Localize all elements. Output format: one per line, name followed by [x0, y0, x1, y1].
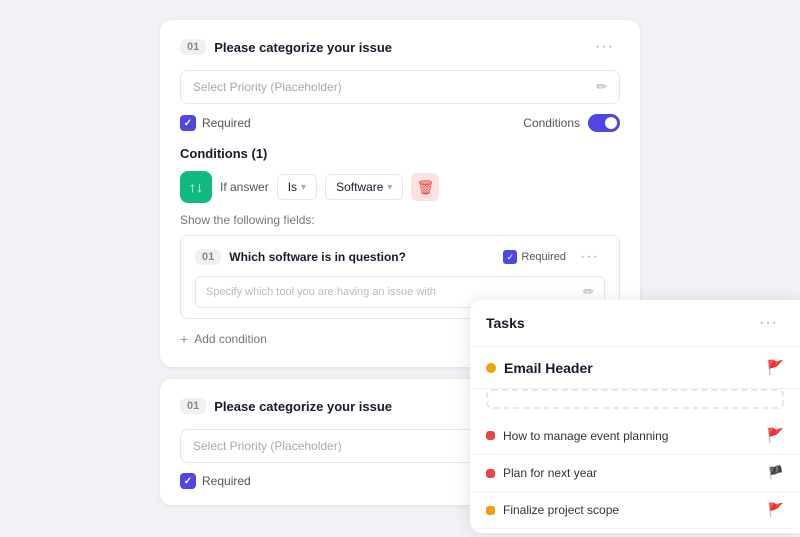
if-answer-text: If answer [220, 180, 269, 194]
card2-required-left: Required [180, 473, 251, 489]
task-flag-3: 🚩 [768, 502, 784, 518]
conditions-label: Conditions [523, 116, 580, 130]
sub-required: Required [503, 250, 566, 264]
conditions-toggle[interactable] [588, 114, 620, 132]
card-title: Please categorize your issue [214, 40, 392, 55]
required-row: Required Conditions [180, 114, 620, 132]
operator-value: Is [288, 180, 297, 194]
sub-required-checkbox[interactable] [503, 250, 517, 264]
task-text: How to manage event planning [503, 429, 668, 443]
operator-select[interactable]: Is ▾ [277, 174, 317, 200]
sub-placeholder: Specify which tool you are having an iss… [206, 286, 436, 298]
sub-card-header: 01 Which software is in question? Requir… [195, 246, 605, 268]
task-dot-red-2 [486, 469, 495, 478]
sub-edit-icon: ✏ [583, 284, 594, 300]
sub-step-badge: 01 [195, 249, 221, 265]
value-text: Software [336, 180, 383, 194]
edit-icon: ✏ [596, 79, 607, 95]
task-text-2: Plan for next year [503, 466, 597, 480]
task-item[interactable]: How to manage event planning 🚩 [470, 417, 800, 455]
task-flag-2: 🏴 [768, 465, 784, 481]
card2-step-badge: 01 [180, 398, 206, 414]
conditions-title: Conditions (1) [180, 146, 620, 161]
dashed-separator [486, 389, 784, 409]
required-checkbox[interactable] [180, 115, 196, 131]
value-select[interactable]: Software ▾ [325, 174, 403, 200]
task-flag-1: 🚩 [767, 427, 784, 444]
show-fields-text: Show the following fields: [180, 213, 620, 227]
task-text-3: Finalize project scope [503, 503, 619, 517]
email-header-dot [486, 363, 496, 373]
email-header-row[interactable]: Email Header 🚩 [470, 347, 800, 389]
email-header-left: Email Header [486, 360, 593, 376]
priority-select[interactable]: Select Priority (Placeholder) ✏ [180, 70, 620, 104]
card-options-button[interactable]: ··· [589, 36, 620, 58]
add-condition-label: Add condition [194, 332, 267, 346]
card2-title: Please categorize your issue [214, 399, 392, 414]
card2-title-row: 01 Please categorize your issue [180, 398, 392, 414]
card-title-row: 01 Please categorize your issue [180, 39, 392, 55]
right-panel: Tasks ··· Email Header 🚩 How to manage e… [470, 300, 800, 533]
task-item-left-3: Finalize project scope [486, 503, 619, 517]
email-header-title: Email Header [504, 360, 593, 376]
task-item-3[interactable]: Finalize project scope 🚩 [470, 492, 800, 529]
required-left: Required [180, 115, 251, 131]
conditions-right: Conditions [523, 114, 620, 132]
add-icon: + [180, 331, 188, 347]
delete-condition-button[interactable]: 🗑 [411, 173, 439, 201]
sub-card-options-button[interactable]: ··· [574, 246, 605, 268]
panel-header: Tasks ··· [470, 300, 800, 347]
task-dot-yellow [486, 506, 495, 515]
delete-icon: 🗑 [417, 179, 435, 196]
operator-arrow: ▾ [301, 182, 306, 193]
sub-card-title: Which software is in question? [229, 250, 406, 264]
task-list: How to manage event planning 🚩 Plan for … [470, 413, 800, 533]
sub-card-title-row: 01 Which software is in question? [195, 249, 406, 265]
required-label: Required [202, 116, 251, 130]
condition-type-icon: ↑↓ [180, 171, 212, 203]
task-dot-red [486, 431, 495, 440]
card-header: 01 Please categorize your issue ··· [180, 36, 620, 58]
card2-required-checkbox[interactable] [180, 473, 196, 489]
task-item-2[interactable]: Plan for next year 🏴 [470, 455, 800, 492]
step-badge: 01 [180, 39, 206, 55]
sub-required-label: Required [521, 251, 566, 263]
card2-priority-placeholder: Select Priority (Placeholder) [193, 439, 342, 453]
condition-row: ↑↓ If answer Is ▾ Software ▾ 🗑 [180, 171, 620, 203]
priority-placeholder: Select Priority (Placeholder) [193, 80, 342, 94]
card2-required-label: Required [202, 474, 251, 488]
panel-options-button[interactable]: ··· [753, 312, 784, 334]
task-item-left-2: Plan for next year [486, 466, 597, 480]
task-item-left: How to manage event planning [486, 429, 668, 443]
email-header-flag: 🚩 [767, 359, 784, 376]
panel-title: Tasks [486, 315, 525, 331]
value-arrow: ▾ [387, 182, 392, 193]
